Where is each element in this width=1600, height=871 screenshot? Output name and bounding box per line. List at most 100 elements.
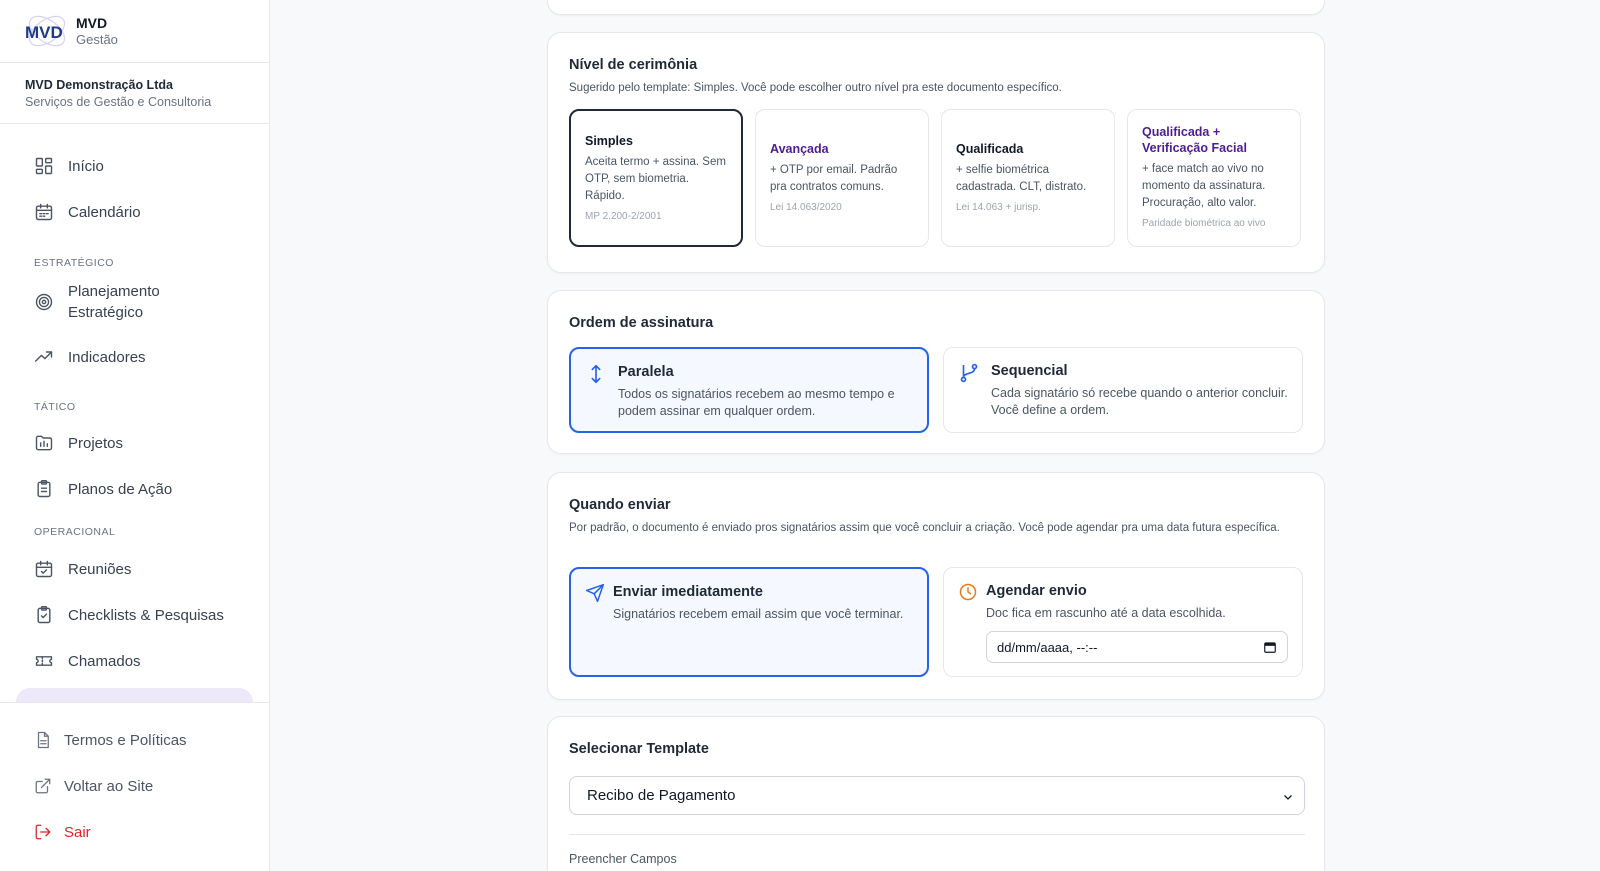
- ceremony-option-avancada[interactable]: Avançada + OTP por email. Padrão pra con…: [755, 109, 929, 247]
- calendar-icon: [34, 202, 54, 222]
- ceremony-option-simples[interactable]: Simples Aceita termo + assina. Sem OTP, …: [569, 109, 743, 247]
- brand-subtitle: Gestão: [76, 32, 118, 47]
- send-timing-description: Por padrão, o documento é enviado pros s…: [569, 522, 1280, 534]
- level-law: MP 2.200-2/2001: [585, 211, 662, 222]
- level-title: Simples: [585, 134, 633, 148]
- level-law: Lei 14.063/2020: [770, 202, 842, 213]
- sidebar-item-label: Planejamento Estratégico: [68, 283, 160, 321]
- template-select[interactable]: Recibo de Pagamento: [569, 776, 1305, 815]
- level-desc: + OTP por email. Padrão pra contratos co…: [770, 164, 898, 193]
- ceremony-description: Sugerido pelo template: Simples. Você po…: [569, 82, 1062, 94]
- voltar-site-link[interactable]: Voltar ao Site: [34, 777, 153, 795]
- target-icon: [34, 292, 54, 312]
- option-title: Enviar imediatamente: [613, 584, 763, 600]
- logout-icon: [34, 823, 52, 841]
- git-branch-icon: [958, 362, 980, 384]
- order-option-paralela[interactable]: Paralela Todos os signatários recebem ao…: [569, 347, 929, 433]
- send-option-schedule[interactable]: Agendar envio Doc fica em rascunho até a…: [943, 567, 1303, 677]
- voltar-label: Voltar ao Site: [64, 777, 154, 795]
- sidebar: MVD MVD Gestão MVD Demonstração Ltda Ser…: [0, 0, 270, 871]
- send-timing-card: Quando enviar Por padrão, o documento é …: [547, 472, 1325, 700]
- chevron-down-icon: [1282, 790, 1294, 802]
- clock-icon: [958, 582, 978, 602]
- logout-button[interactable]: Sair: [34, 823, 91, 841]
- document-icon: [34, 731, 52, 749]
- clipboard-list-icon: [34, 479, 54, 499]
- organization-info: MVD Demonstração Ltda Serviços de Gestão…: [0, 63, 269, 124]
- send-icon: [585, 583, 605, 603]
- sidebar-item-projetos[interactable]: Projetos: [16, 423, 253, 463]
- level-title: Qualificada: [956, 142, 1024, 156]
- external-link-icon: [34, 777, 52, 795]
- schedule-datetime-input[interactable]: dd/mm/aaaa, --:--: [986, 631, 1288, 663]
- trending-up-icon: [34, 347, 54, 367]
- logo-wordmark: MVD: [25, 23, 63, 42]
- datetime-placeholder: dd/mm/aaaa, --:--: [997, 639, 1098, 655]
- folder-chart-icon: [34, 433, 54, 453]
- sidebar-item-label: Reuniões: [68, 560, 132, 578]
- termos-link[interactable]: Termos e Políticas: [34, 731, 187, 749]
- ceremony-option-qualificada[interactable]: Qualificada + selfie biométrica cadastra…: [941, 109, 1115, 247]
- ceremony-option-qualificada-facial[interactable]: Qualificada + Verificação Facial + face …: [1127, 109, 1301, 247]
- sidebar-item-calendario[interactable]: Calendário: [16, 192, 253, 232]
- dashboard-icon: [34, 156, 54, 176]
- ceremony-title: Nível de cerimônia: [569, 57, 698, 73]
- signing-order-title: Ordem de assinatura: [569, 315, 714, 331]
- org-subtitle: Serviços de Gestão e Consultoria: [25, 95, 212, 109]
- sidebar-item-label: Planos de Ação: [68, 480, 173, 498]
- sidebar-nav: Início Calendário ESTRATÉGICO Planejamen…: [0, 124, 269, 702]
- arrows-vertical-icon: [585, 363, 607, 385]
- level-desc: Aceita termo + assina. Sem OTP, sem biom…: [585, 156, 726, 202]
- option-title: Sequencial: [991, 363, 1068, 379]
- template-title: Selecionar Template: [569, 741, 709, 757]
- option-title: Agendar envio: [986, 583, 1087, 599]
- sidebar-item-checklists[interactable]: Checklists & Pesquisas: [16, 595, 253, 635]
- level-desc: + selfie biométrica cadastrada. CLT, dis…: [956, 164, 1087, 193]
- signing-order-card: Ordem de assinatura Paralela Todos os si…: [547, 290, 1325, 454]
- divider: [569, 834, 1305, 835]
- sidebar-item-planejamento[interactable]: Planejamento Estratégico: [16, 278, 253, 326]
- template-card: Selecionar Template Recibo de Pagamento …: [547, 716, 1325, 871]
- brand-logo: MVD: [24, 8, 70, 54]
- template-selected-value: Recibo de Pagamento: [587, 787, 736, 804]
- sidebar-item-label: Projetos: [68, 434, 124, 452]
- sidebar-item-label: Calendário: [68, 203, 141, 221]
- sidebar-item-label: Indicadores: [68, 348, 146, 366]
- sidebar-item-chamados[interactable]: Chamados: [16, 641, 253, 681]
- nav-section-estrategico: ESTRATÉGICO: [34, 257, 114, 269]
- sidebar-item-planos[interactable]: Planos de Ação: [16, 469, 253, 509]
- termos-label: Termos e Políticas: [64, 731, 187, 749]
- level-desc: + face match ao vivo no momento da assin…: [1142, 163, 1266, 209]
- sidebar-item-inicio[interactable]: Início: [16, 146, 253, 186]
- order-option-sequencial[interactable]: Sequencial Cada signatário só recebe qua…: [943, 347, 1303, 433]
- sidebar-footer: Termos e Políticas Voltar ao Site Sair: [0, 702, 269, 871]
- nav-section-tatico: TÁTICO: [34, 401, 76, 413]
- sidebar-item-indicadores[interactable]: Indicadores: [16, 337, 253, 377]
- sidebar-item-reunioes[interactable]: Reuniões: [16, 549, 253, 589]
- nav-section-operacional: OPERACIONAL: [34, 526, 116, 538]
- previous-card: [547, 0, 1325, 15]
- option-desc: Signatários recebem email assim que você…: [613, 607, 904, 621]
- option-desc: Todos os signatários recebem ao mesmo te…: [618, 387, 895, 418]
- ceremony-card: Nível de cerimônia Sugerido pelo templat…: [547, 32, 1325, 273]
- level-title: Avançada: [770, 142, 829, 156]
- send-timing-title: Quando enviar: [569, 497, 671, 513]
- ticket-icon: [34, 651, 54, 671]
- brand[interactable]: MVD MVD Gestão: [0, 0, 269, 63]
- send-option-now[interactable]: Enviar imediatamente Signatários recebem…: [569, 567, 929, 677]
- calendar-picker-icon[interactable]: [1263, 640, 1277, 654]
- level-law: Paridade biométrica ao vivo: [1142, 218, 1266, 229]
- sidebar-item-active[interactable]: [16, 688, 253, 702]
- sidebar-item-label: Início: [68, 157, 104, 175]
- calendar-check-icon: [34, 559, 54, 579]
- option-desc: Cada signatário só recebe quando o anter…: [991, 386, 1288, 417]
- logout-label: Sair: [64, 823, 91, 841]
- brand-name: MVD: [76, 15, 108, 31]
- sidebar-item-label: Chamados: [68, 652, 141, 670]
- clipboard-check-icon: [34, 605, 54, 625]
- level-title: Qualificada + Verificação Facial: [1142, 125, 1247, 155]
- fields-label: Preencher Campos: [569, 852, 677, 866]
- sidebar-item-label: Checklists & Pesquisas: [68, 606, 224, 624]
- level-law: Lei 14.063 + jurisp.: [956, 202, 1041, 213]
- option-title: Paralela: [618, 364, 674, 380]
